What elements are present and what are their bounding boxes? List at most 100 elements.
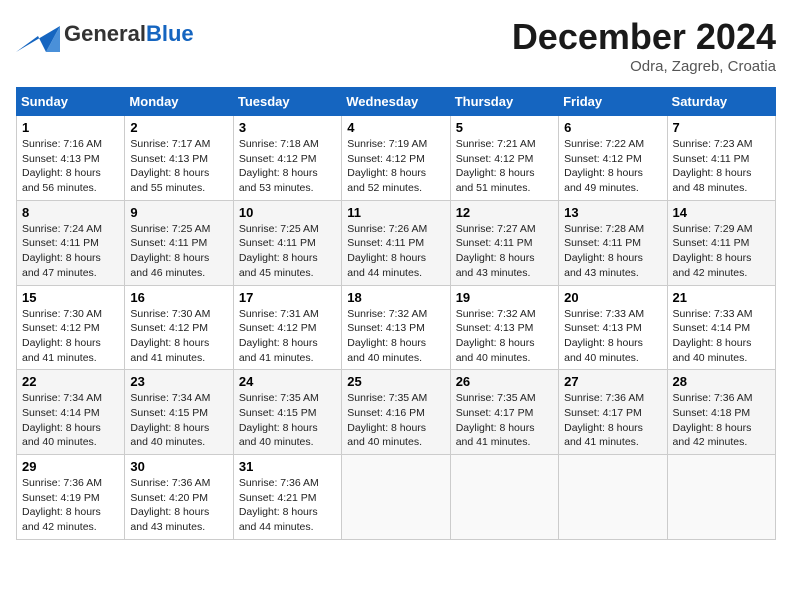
calendar-header-row: SundayMondayTuesdayWednesdayThursdayFrid… [17, 88, 776, 116]
day-number: 7 [673, 120, 770, 135]
cell-info: Sunrise: 7:32 AM Sunset: 4:13 PM Dayligh… [456, 307, 553, 366]
cell-info: Sunrise: 7:36 AM Sunset: 4:18 PM Dayligh… [673, 391, 770, 450]
calendar-cell [342, 455, 450, 540]
calendar-cell: 12 Sunrise: 7:27 AM Sunset: 4:11 PM Dayli… [450, 200, 558, 285]
weekday-header: Wednesday [342, 88, 450, 116]
logo-icon [16, 16, 60, 52]
cell-info: Sunrise: 7:23 AM Sunset: 4:11 PM Dayligh… [673, 137, 770, 196]
calendar-cell [667, 455, 775, 540]
day-number: 16 [130, 290, 227, 305]
cell-info: Sunrise: 7:34 AM Sunset: 4:15 PM Dayligh… [130, 391, 227, 450]
cell-info: Sunrise: 7:19 AM Sunset: 4:12 PM Dayligh… [347, 137, 444, 196]
weekday-header: Friday [559, 88, 667, 116]
cell-info: Sunrise: 7:36 AM Sunset: 4:19 PM Dayligh… [22, 476, 119, 535]
day-number: 4 [347, 120, 444, 135]
day-number: 3 [239, 120, 336, 135]
day-number: 12 [456, 205, 553, 220]
month-title: December 2024 [512, 16, 776, 58]
logo-text-block: GeneralBlue [64, 23, 194, 45]
weekday-header: Thursday [450, 88, 558, 116]
cell-info: Sunrise: 7:17 AM Sunset: 4:13 PM Dayligh… [130, 137, 227, 196]
calendar-week-row: 22Sunrise: 7:34 AM Sunset: 4:14 PM Dayli… [17, 370, 776, 455]
calendar-cell: 30 Sunrise: 7:36 AM Sunset: 4:20 PM Dayli… [125, 455, 233, 540]
cell-info: Sunrise: 7:30 AM Sunset: 4:12 PM Dayligh… [130, 307, 227, 366]
cell-info: Sunrise: 7:21 AM Sunset: 4:12 PM Dayligh… [456, 137, 553, 196]
day-number: 31 [239, 459, 336, 474]
page-header: GeneralBlue December 2024 Odra, Zagreb, … [16, 16, 776, 75]
cell-info: Sunrise: 7:16 AM Sunset: 4:13 PM Dayligh… [22, 137, 119, 196]
calendar-cell: 2Sunrise: 7:17 AM Sunset: 4:13 PM Daylig… [125, 116, 233, 201]
cell-info: Sunrise: 7:33 AM Sunset: 4:14 PM Dayligh… [673, 307, 770, 366]
calendar-cell: 13 Sunrise: 7:28 AM Sunset: 4:11 PM Dayli… [559, 200, 667, 285]
calendar-cell: 23Sunrise: 7:34 AM Sunset: 4:15 PM Dayli… [125, 370, 233, 455]
day-number: 13 [564, 205, 661, 220]
calendar-cell: 5 Sunrise: 7:21 AM Sunset: 4:12 PM Daylig… [450, 116, 558, 201]
calendar-cell: 28 Sunrise: 7:36 AM Sunset: 4:18 PM Dayli… [667, 370, 775, 455]
calendar-cell: 3 Sunrise: 7:18 AM Sunset: 4:12 PM Daylig… [233, 116, 341, 201]
day-number: 5 [456, 120, 553, 135]
cell-info: Sunrise: 7:28 AM Sunset: 4:11 PM Dayligh… [564, 222, 661, 281]
calendar-week-row: 15Sunrise: 7:30 AM Sunset: 4:12 PM Dayli… [17, 285, 776, 370]
calendar-cell: 27 Sunrise: 7:36 AM Sunset: 4:17 PM Dayli… [559, 370, 667, 455]
cell-info: Sunrise: 7:27 AM Sunset: 4:11 PM Dayligh… [456, 222, 553, 281]
day-number: 27 [564, 374, 661, 389]
cell-info: Sunrise: 7:35 AM Sunset: 4:16 PM Dayligh… [347, 391, 444, 450]
calendar-cell: 10Sunrise: 7:25 AM Sunset: 4:11 PM Dayli… [233, 200, 341, 285]
cell-info: Sunrise: 7:31 AM Sunset: 4:12 PM Dayligh… [239, 307, 336, 366]
day-number: 9 [130, 205, 227, 220]
calendar-cell: 4 Sunrise: 7:19 AM Sunset: 4:12 PM Daylig… [342, 116, 450, 201]
day-number: 8 [22, 205, 119, 220]
cell-info: Sunrise: 7:25 AM Sunset: 4:11 PM Dayligh… [130, 222, 227, 281]
calendar-table: SundayMondayTuesdayWednesdayThursdayFrid… [16, 87, 776, 540]
weekday-header: Monday [125, 88, 233, 116]
day-number: 17 [239, 290, 336, 305]
calendar-cell: 22Sunrise: 7:34 AM Sunset: 4:14 PM Dayli… [17, 370, 125, 455]
day-number: 1 [22, 120, 119, 135]
day-number: 25 [347, 374, 444, 389]
cell-info: Sunrise: 7:34 AM Sunset: 4:14 PM Dayligh… [22, 391, 119, 450]
calendar-cell: 6Sunrise: 7:22 AM Sunset: 4:12 PM Daylig… [559, 116, 667, 201]
calendar-cell: 19 Sunrise: 7:32 AM Sunset: 4:13 PM Dayli… [450, 285, 558, 370]
calendar-cell: 29 Sunrise: 7:36 AM Sunset: 4:19 PM Dayli… [17, 455, 125, 540]
cell-info: Sunrise: 7:26 AM Sunset: 4:11 PM Dayligh… [347, 222, 444, 281]
day-number: 19 [456, 290, 553, 305]
cell-info: Sunrise: 7:36 AM Sunset: 4:17 PM Dayligh… [564, 391, 661, 450]
calendar-cell: 11 Sunrise: 7:26 AM Sunset: 4:11 PM Dayli… [342, 200, 450, 285]
day-number: 20 [564, 290, 661, 305]
location: Odra, Zagreb, Croatia [512, 58, 776, 75]
cell-info: Sunrise: 7:30 AM Sunset: 4:12 PM Dayligh… [22, 307, 119, 366]
cell-info: Sunrise: 7:32 AM Sunset: 4:13 PM Dayligh… [347, 307, 444, 366]
day-number: 18 [347, 290, 444, 305]
calendar-cell: 14Sunrise: 7:29 AM Sunset: 4:11 PM Dayli… [667, 200, 775, 285]
calendar-week-row: 8 Sunrise: 7:24 AM Sunset: 4:11 PM Daylig… [17, 200, 776, 285]
calendar-cell: 25 Sunrise: 7:35 AM Sunset: 4:16 PM Dayli… [342, 370, 450, 455]
calendar-cell: 21 Sunrise: 7:33 AM Sunset: 4:14 PM Dayli… [667, 285, 775, 370]
calendar-week-row: 29 Sunrise: 7:36 AM Sunset: 4:19 PM Dayli… [17, 455, 776, 540]
weekday-header: Tuesday [233, 88, 341, 116]
calendar-cell: 1 Sunrise: 7:16 AM Sunset: 4:13 PM Daylig… [17, 116, 125, 201]
day-number: 26 [456, 374, 553, 389]
day-number: 11 [347, 205, 444, 220]
calendar-week-row: 1 Sunrise: 7:16 AM Sunset: 4:13 PM Daylig… [17, 116, 776, 201]
cell-info: Sunrise: 7:35 AM Sunset: 4:17 PM Dayligh… [456, 391, 553, 450]
cell-info: Sunrise: 7:36 AM Sunset: 4:20 PM Dayligh… [130, 476, 227, 535]
cell-info: Sunrise: 7:18 AM Sunset: 4:12 PM Dayligh… [239, 137, 336, 196]
day-number: 29 [22, 459, 119, 474]
day-number: 30 [130, 459, 227, 474]
day-number: 10 [239, 205, 336, 220]
calendar-cell: 9 Sunrise: 7:25 AM Sunset: 4:11 PM Daylig… [125, 200, 233, 285]
calendar-cell: 8 Sunrise: 7:24 AM Sunset: 4:11 PM Daylig… [17, 200, 125, 285]
cell-info: Sunrise: 7:22 AM Sunset: 4:12 PM Dayligh… [564, 137, 661, 196]
weekday-header: Saturday [667, 88, 775, 116]
calendar-cell: 24Sunrise: 7:35 AM Sunset: 4:15 PM Dayli… [233, 370, 341, 455]
cell-info: Sunrise: 7:35 AM Sunset: 4:15 PM Dayligh… [239, 391, 336, 450]
day-number: 21 [673, 290, 770, 305]
day-number: 28 [673, 374, 770, 389]
weekday-header: Sunday [17, 88, 125, 116]
cell-info: Sunrise: 7:33 AM Sunset: 4:13 PM Dayligh… [564, 307, 661, 366]
calendar-cell: 26 Sunrise: 7:35 AM Sunset: 4:17 PM Dayli… [450, 370, 558, 455]
cell-info: Sunrise: 7:24 AM Sunset: 4:11 PM Dayligh… [22, 222, 119, 281]
calendar-cell: 7 Sunrise: 7:23 AM Sunset: 4:11 PM Daylig… [667, 116, 775, 201]
calendar-cell: 31Sunrise: 7:36 AM Sunset: 4:21 PM Dayli… [233, 455, 341, 540]
calendar-cell [450, 455, 558, 540]
